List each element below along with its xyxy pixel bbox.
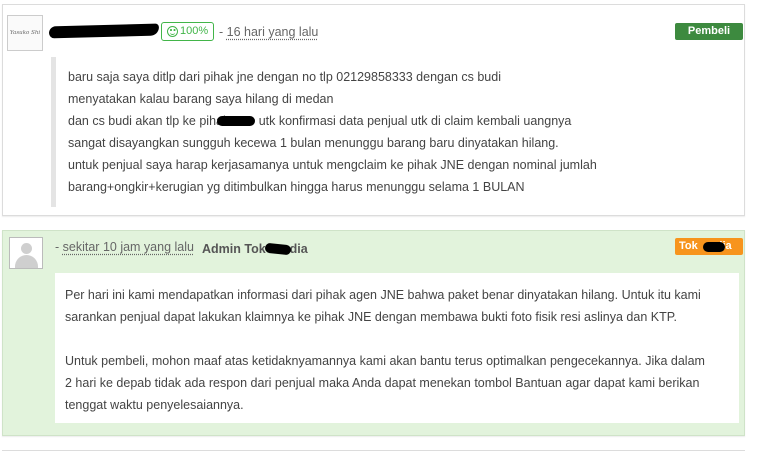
review-timestamp: - 16 hari yang lalu: [219, 25, 318, 39]
review-line: menyatakan kalau barang saya hilang di m…: [68, 92, 334, 106]
timestamp-text[interactable]: sekitar 10 jam yang lalu: [63, 240, 194, 254]
reply-timestamp: - sekitar 10 jam yang lalu: [55, 240, 194, 254]
reputation-value: 100%: [180, 25, 209, 37]
review-line-part: dan cs budi akan tlp ke pihak: [68, 114, 230, 128]
timestamp-separator: -: [55, 240, 60, 254]
buyer-badge: Pembeli: [675, 23, 743, 40]
review-line: untuk penjual saya harap kerjasamanya un…: [68, 158, 597, 172]
admin-name: Admin Tok dia: [202, 242, 308, 256]
shop-badge: Tokdia: [675, 238, 743, 255]
next-card-edge: [2, 450, 745, 472]
shop-badge-start: Tok: [679, 240, 698, 252]
reply-card: - sekitar 10 jam yang lalu Admin Tok dia …: [2, 230, 745, 436]
reply-body: Per hari ini kami mendapatkan informasi …: [55, 273, 739, 423]
reply-line: Untuk pembeli, mohon maaf atas ketidakny…: [65, 354, 705, 368]
reply-line: sarankan penjual dapat lakukan klaimnya …: [65, 310, 677, 324]
avatar-text: Yasuko Shi: [9, 30, 41, 36]
avatar-placeholder-body: [15, 255, 38, 268]
reply-line: 2 hari ke depab tidak ada respon dari pe…: [65, 376, 700, 390]
timestamp-separator: -: [219, 25, 224, 39]
admin-avatar[interactable]: [9, 237, 43, 269]
buyer-avatar[interactable]: Yasuko Shi: [7, 15, 43, 51]
admin-name-end: dia: [289, 242, 308, 256]
review-line: dan cs budi akan tlp ke pihak utk konfir…: [68, 110, 739, 132]
shop-badge-redacted: [703, 242, 725, 252]
review-line: baru saja saya ditlp dari pihak jne deng…: [68, 70, 501, 84]
reply-line: tenggat waktu penyelesaiannya.: [65, 398, 244, 412]
review-body: baru saja saya ditlp dari pihak jne deng…: [51, 57, 739, 207]
avatar-placeholder-head: [21, 243, 32, 254]
admin-name-start: Admin Tok: [202, 242, 266, 256]
review-line: sangat disayangkan sungguh kecewa 1 bula…: [68, 136, 559, 150]
review-line: barang+ongkir+kerugian yg ditimbulkan hi…: [68, 180, 525, 194]
buyer-name-redacted: [48, 23, 160, 39]
review-card: Yasuko Shi 100% - 16 hari yang lalu Pemb…: [2, 4, 745, 216]
review-line-part: utk konfirmasi data penjual utk di claim…: [258, 114, 572, 128]
timestamp-text[interactable]: 16 hari yang lalu: [227, 25, 319, 39]
reputation-badge[interactable]: 100%: [161, 22, 215, 41]
redacted-text: [217, 115, 256, 126]
smile-icon: [167, 26, 178, 37]
reply-line: Per hari ini kami mendapatkan informasi …: [65, 288, 701, 302]
